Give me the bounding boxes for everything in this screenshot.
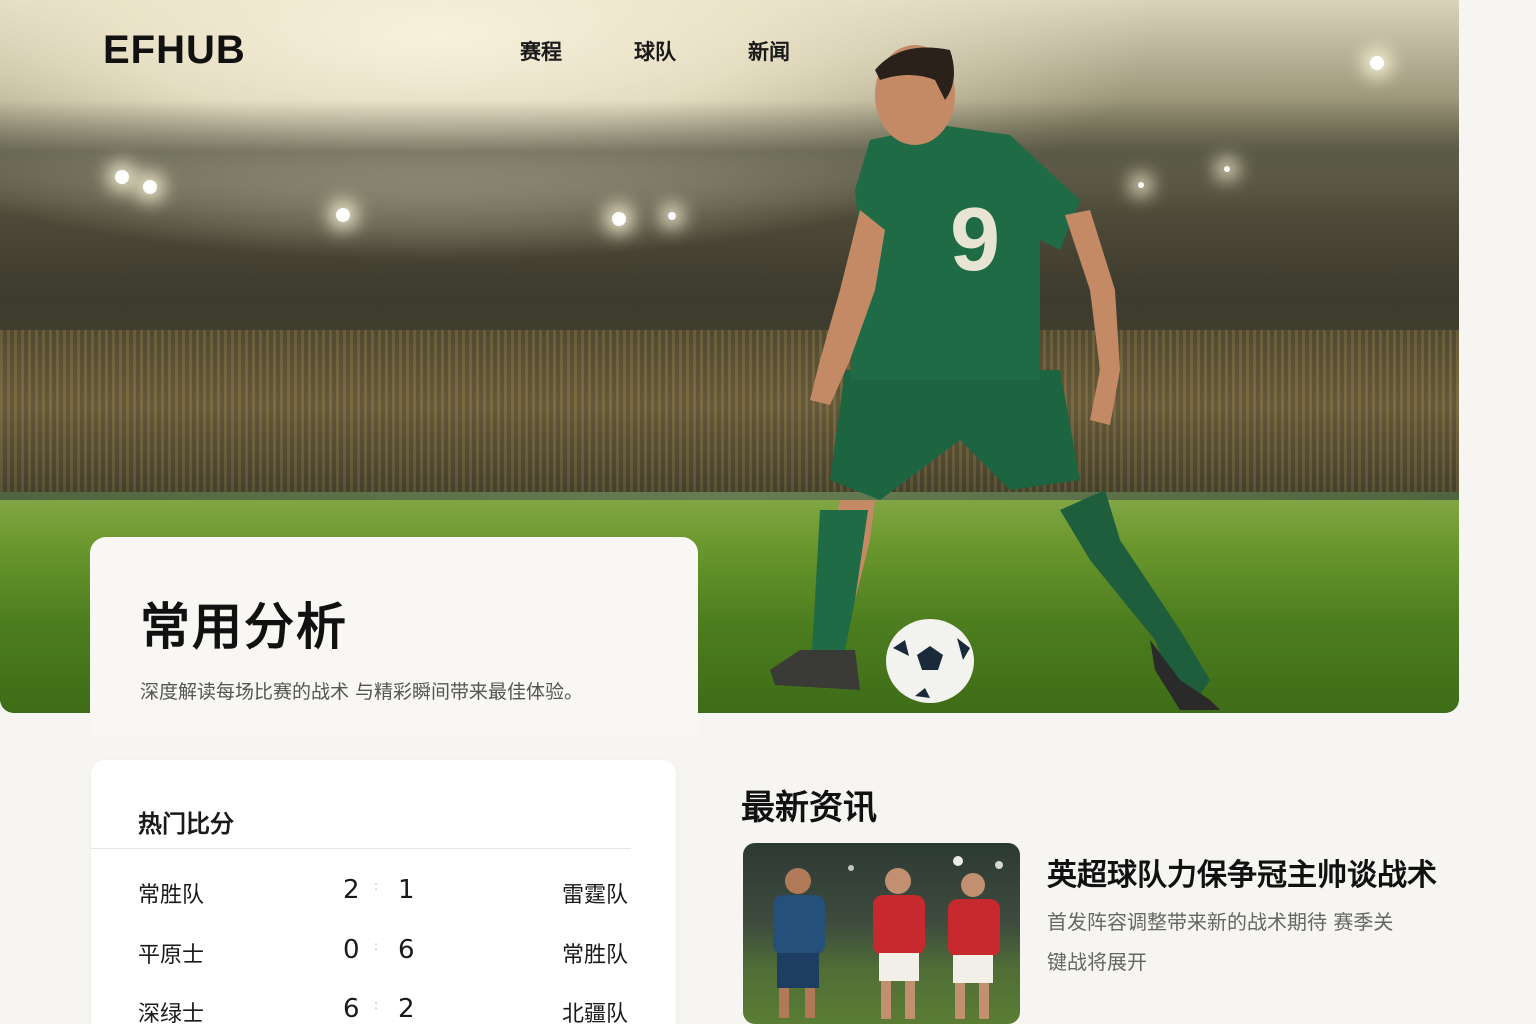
home-score: 6 [343,994,360,1024]
score-separator: : [374,939,379,953]
floodlight [143,180,157,194]
floodlight [336,208,350,222]
nav-item-teams[interactable]: 球队 [634,36,676,66]
floodlight [115,170,129,184]
hero-title: 常用分析 [140,598,348,656]
scores-title: 热门比分 [138,810,234,838]
hero-card: 常用分析 深度解读每场比赛的战术 与精彩瞬间带来最佳体验。 [90,537,698,737]
home-score: 0 [343,935,360,965]
home-team: 平原士 [138,943,205,968]
score-row[interactable]: 深绿士 6 : 2 北疆队 [138,994,628,1024]
football-player-image: 9 [770,45,1220,710]
stadium-crowd [0,330,1459,495]
nav-item-news[interactable]: 新闻 [748,36,790,66]
score-separator: : [374,998,379,1012]
main-nav: 赛程 球队 新闻 [520,36,790,66]
scores-card: 热门比分 常胜队 2 : 1 雷霆队 平原士 0 : 6 常胜队 深绿士 6 :… [91,760,676,1024]
news-section-title: 最新资讯 [741,788,877,828]
floodlight [1370,56,1384,70]
hero-subtitle: 深度解读每场比赛的战术 与精彩瞬间带来最佳体验。 [140,681,584,703]
news-headline[interactable]: 英超球队力保争冠主帅谈战术 [1047,850,1437,894]
nav-item-schedule[interactable]: 赛程 [520,36,562,66]
score-separator: : [374,879,379,893]
away-score: 6 [398,935,415,965]
soccer-ball-image [886,619,974,703]
floodlight [668,212,676,220]
score-row[interactable]: 常胜队 2 : 1 雷霆队 [138,875,628,917]
stadium-roof [0,100,1459,230]
pitch-edge [0,492,1459,500]
floodlight [612,212,626,226]
home-score: 2 [343,875,360,905]
news-thumbnail[interactable] [743,843,1020,1024]
away-score: 2 [398,994,415,1024]
divider [91,848,631,849]
away-team: 雷霆队 [561,883,628,908]
brand-logo[interactable]: EFHUB [103,28,246,73]
news-description: 首发阵容调整带来新的战术期待 赛季关键战将展开 [1047,910,1394,974]
away-score: 1 [398,875,415,905]
home-team: 常胜队 [138,883,205,908]
home-team: 深绿士 [138,1002,205,1024]
away-team: 北疆队 [561,1002,628,1024]
away-team: 常胜队 [561,943,628,968]
players-image [773,856,1003,1019]
score-row[interactable]: 平原士 0 : 6 常胜队 [138,935,628,977]
jersey-number: 9 [950,190,1000,290]
